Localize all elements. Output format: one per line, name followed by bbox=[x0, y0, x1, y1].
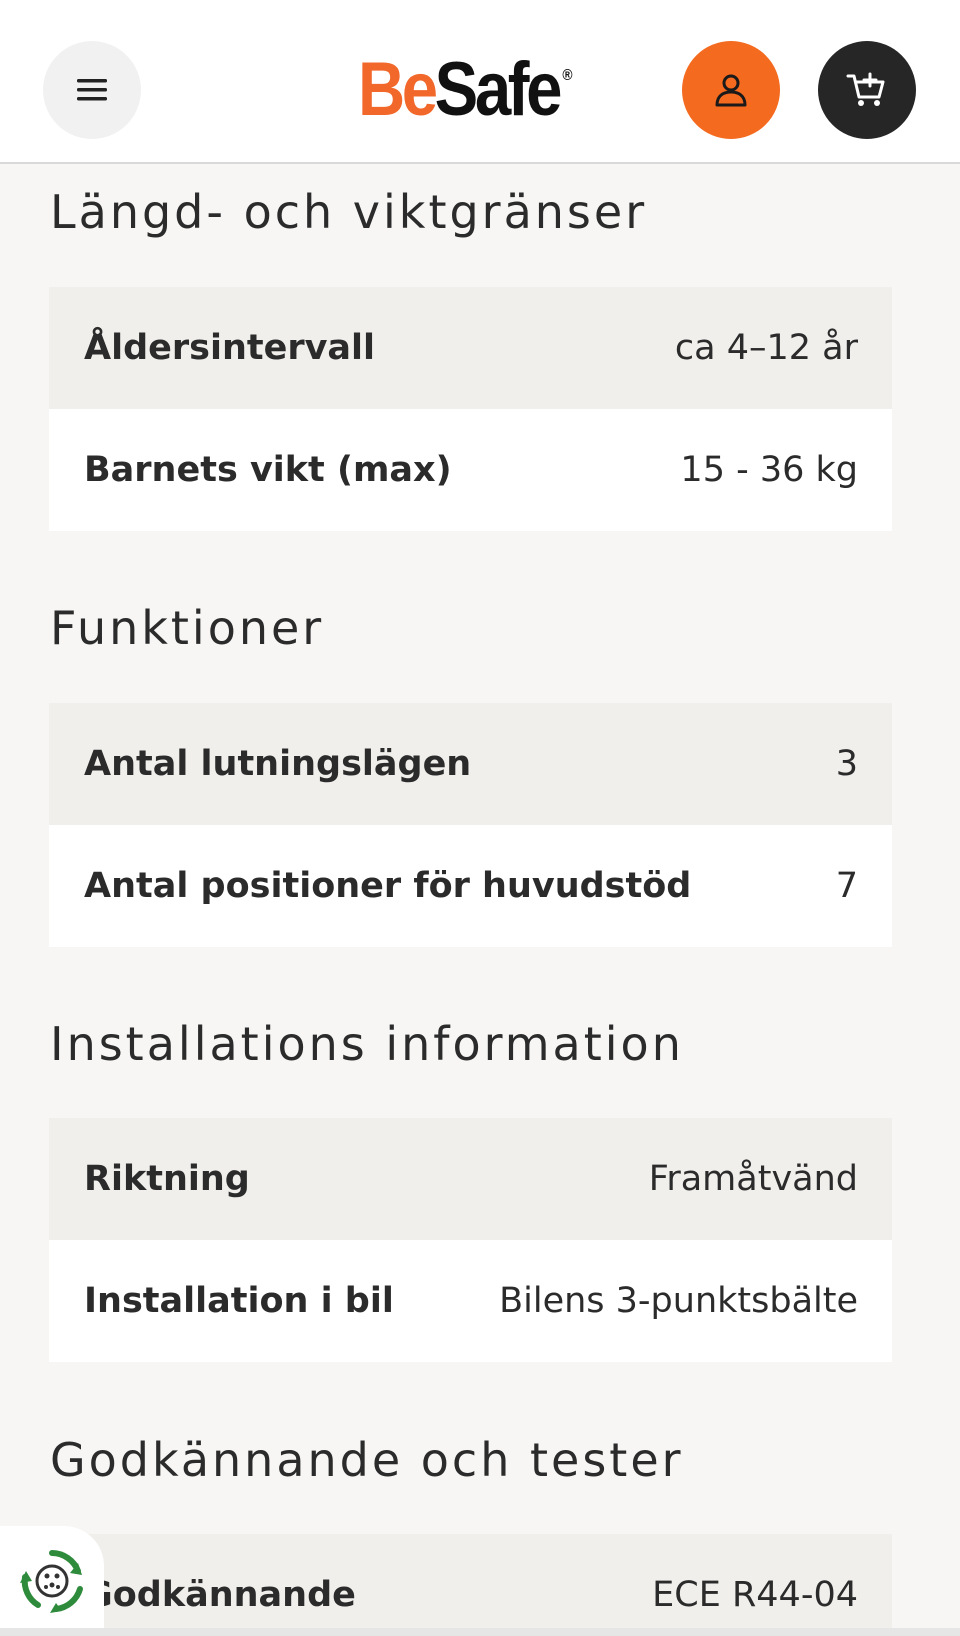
row-value: 15 - 36 kg bbox=[680, 450, 858, 490]
row-label: Antal lutningslägen bbox=[84, 744, 472, 784]
eco-badge-button[interactable] bbox=[0, 1526, 104, 1636]
cart-add-icon bbox=[846, 72, 885, 106]
row-value: 3 bbox=[835, 744, 858, 784]
spec-table-size-weight: Åldersintervall ca 4–12 år Barnets vikt … bbox=[49, 287, 892, 531]
table-row: Installation i bil Bilens 3-punktsbälte bbox=[49, 1240, 892, 1362]
table-row: Åldersintervall ca 4–12 år bbox=[49, 287, 892, 409]
table-row: Godkännande ECE R44-04 bbox=[49, 1534, 892, 1636]
row-value: ECE R44-04 bbox=[652, 1575, 858, 1615]
cart-button[interactable] bbox=[818, 41, 916, 139]
table-row: Antal positioner för huvudstöd 7 bbox=[49, 825, 892, 947]
row-label: Barnets vikt (max) bbox=[84, 450, 452, 490]
section-title-size-weight: Längd- och viktgränser bbox=[50, 185, 648, 239]
row-value: ca 4–12 år bbox=[674, 328, 858, 368]
spec-table-installation: Riktning Framåtvänd Installation i bil B… bbox=[49, 1118, 892, 1362]
row-label: Antal positioner för huvudstöd bbox=[84, 866, 692, 906]
row-label: Riktning bbox=[84, 1159, 250, 1199]
spec-table-approval: Godkännande ECE R44-04 bbox=[49, 1534, 892, 1636]
bottom-divider bbox=[0, 1628, 960, 1636]
logo-safe-text: Safe bbox=[434, 47, 563, 132]
table-row: Barnets vikt (max) 15 - 36 kg bbox=[49, 409, 892, 531]
section-title-installation: Installations information bbox=[50, 1017, 684, 1071]
logo-be-text: Be bbox=[358, 47, 438, 132]
menu-button[interactable] bbox=[43, 41, 141, 139]
account-button[interactable] bbox=[682, 41, 780, 139]
row-label: Åldersintervall bbox=[84, 328, 376, 368]
row-value: 7 bbox=[835, 866, 858, 906]
logo-registered-mark: ® bbox=[562, 67, 573, 84]
spec-table-functions: Antal lutningslägen 3 Antal positioner f… bbox=[49, 703, 892, 947]
table-row: Riktning Framåtvänd bbox=[49, 1118, 892, 1240]
section-title-approval: Godkännande och tester bbox=[50, 1433, 684, 1487]
hamburger-icon bbox=[77, 79, 107, 101]
table-row: Antal lutningslägen 3 bbox=[49, 703, 892, 825]
row-label: Godkännande bbox=[84, 1575, 356, 1615]
recycle-badge-icon bbox=[20, 1550, 83, 1613]
row-value: Bilens 3-punktsbälte bbox=[499, 1281, 858, 1321]
row-label: Installation i bil bbox=[84, 1281, 394, 1321]
row-value: Framåtvänd bbox=[648, 1159, 858, 1199]
site-header: Be Safe ® bbox=[0, 0, 960, 164]
user-icon bbox=[715, 74, 747, 107]
besafe-logo[interactable]: Be Safe ® bbox=[358, 52, 573, 128]
section-title-functions: Funktioner bbox=[50, 601, 325, 655]
